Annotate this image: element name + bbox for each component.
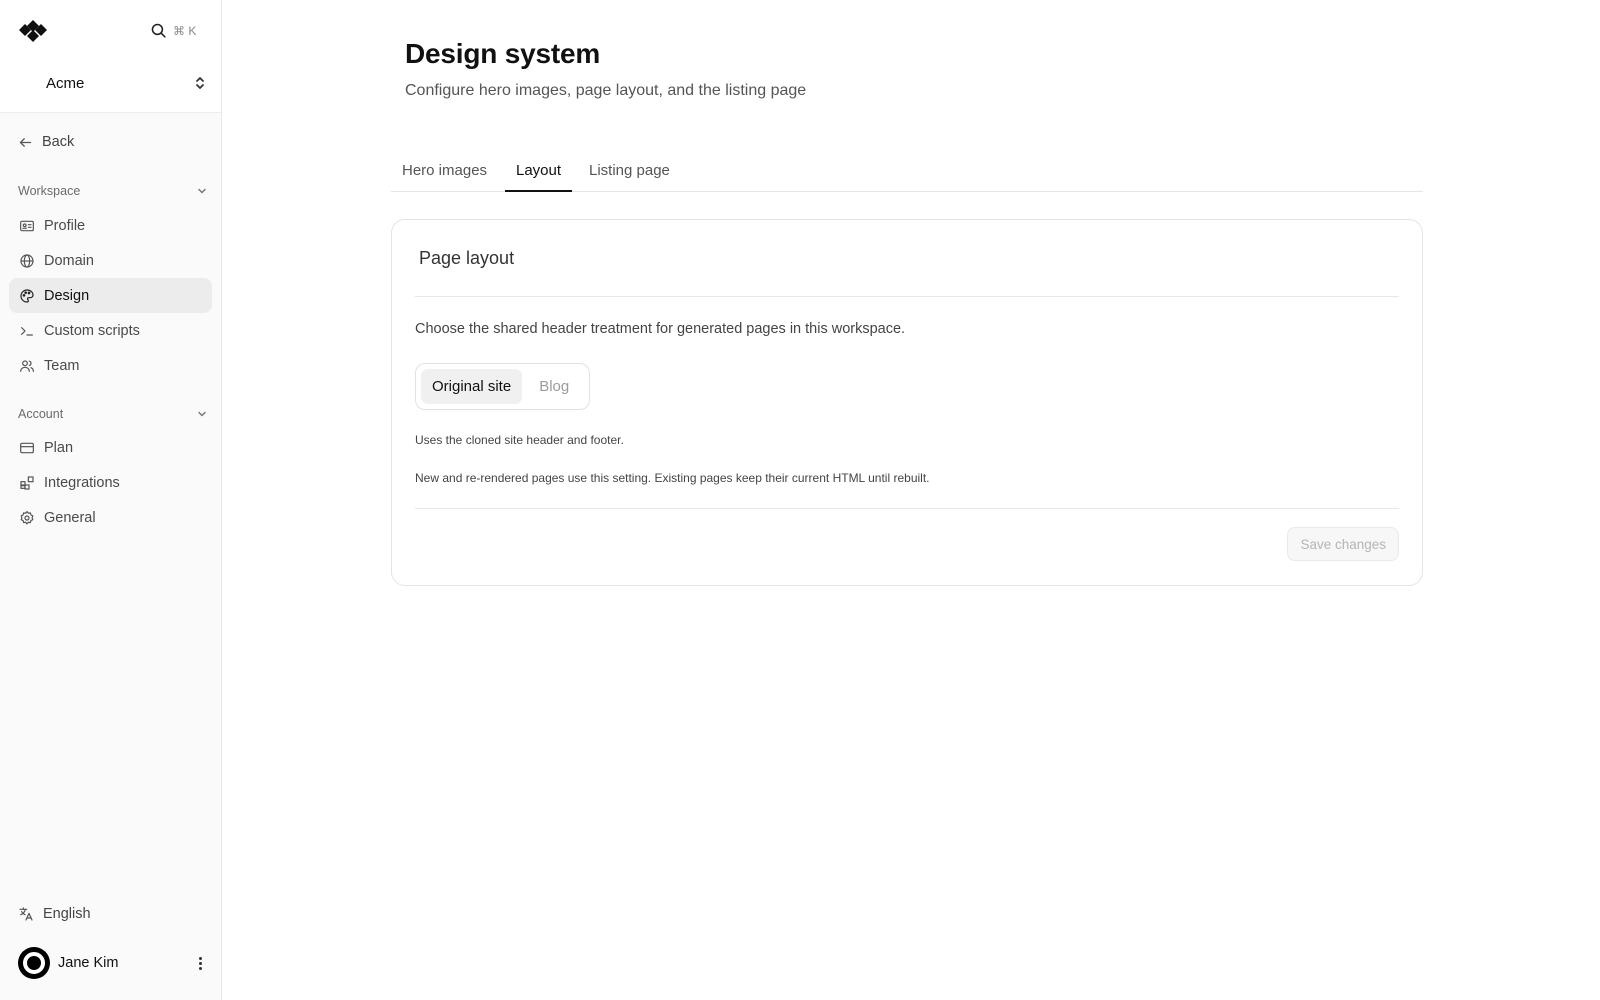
- sidebar-item-general[interactable]: General: [9, 500, 212, 535]
- translate-icon: [19, 907, 33, 921]
- logo-icon: [19, 20, 47, 42]
- sidebar-header: ⌘ K Acme: [0, 0, 221, 113]
- sidebar-item-label: Design: [44, 287, 90, 304]
- workspace-name: Acme: [46, 74, 85, 92]
- sidebar-item-label: Plan: [44, 439, 74, 456]
- tab-label: Hero images: [402, 162, 488, 179]
- avatar: [18, 947, 50, 979]
- chevron-down-icon: [198, 188, 206, 194]
- search-shortcut: ⌘ K: [173, 23, 197, 38]
- sidebar-item-label: General: [44, 509, 96, 526]
- tab-layout[interactable]: Layout: [505, 158, 573, 192]
- sidebar-item-custom-scripts[interactable]: Custom scripts: [9, 313, 212, 348]
- palette-icon: [20, 288, 34, 303]
- back-label: Back: [42, 134, 75, 150]
- search-button[interactable]: ⌘ K: [150, 22, 196, 39]
- blocks-icon: [20, 475, 34, 490]
- tab-listing-page[interactable]: Listing page: [578, 158, 681, 192]
- chevron-down-icon: [198, 411, 206, 417]
- page-title: Design system: [405, 38, 601, 69]
- card-description: Choose the shared header treatment for g…: [415, 321, 906, 337]
- option-label: Blog: [539, 378, 570, 395]
- tab-bar: Hero images Layout Listing page: [391, 158, 1423, 192]
- arrow-left-icon: [19, 137, 32, 147]
- back-link[interactable]: Back: [18, 134, 74, 150]
- option-label: Original site: [432, 378, 512, 395]
- workspace-switcher[interactable]: Acme: [14, 68, 210, 98]
- setting-note: New and re-rendered pages use this setti…: [415, 471, 930, 485]
- sidebar-item-label: Team: [44, 357, 80, 374]
- chevron-up-down-icon: [196, 77, 204, 89]
- option-original-site[interactable]: Original site: [421, 369, 523, 404]
- id-card-icon: [20, 220, 34, 231]
- sidebar-item-label: Integrations: [44, 474, 120, 491]
- language-label: English: [43, 906, 91, 922]
- workspace-section-label: Workspace: [18, 184, 81, 198]
- sidebar-item-domain[interactable]: Domain: [9, 243, 212, 278]
- page-layout-card: Page layout Choose the shared header tre…: [391, 219, 1423, 586]
- sidebar-item-integrations[interactable]: Integrations: [9, 465, 212, 500]
- option-blog[interactable]: Blog: [528, 369, 580, 404]
- tab-label: Layout: [516, 162, 562, 179]
- option-help-text: Uses the cloned site header and footer.: [415, 433, 624, 447]
- terminal-icon: [21, 326, 33, 336]
- layout-segmented-control: Original site Blog: [415, 363, 590, 410]
- account-section-label: Account: [18, 407, 64, 421]
- save-changes-button[interactable]: Save changes: [1287, 527, 1399, 561]
- tab-hero-images[interactable]: Hero images: [391, 158, 498, 192]
- sidebar-item-profile[interactable]: Profile: [9, 208, 212, 243]
- sidebar: ⌘ K Acme Back Workspace Profile Domain D…: [0, 0, 222, 1000]
- globe-icon: [20, 253, 34, 268]
- more-options-icon[interactable]: [192, 953, 208, 973]
- sidebar-item-label: Profile: [44, 217, 86, 234]
- sidebar-item-label: Custom scripts: [44, 322, 140, 339]
- users-icon: [20, 359, 34, 372]
- user-name: Jane Kim: [58, 955, 119, 971]
- sidebar-item-plan[interactable]: Plan: [9, 430, 212, 465]
- divider: [415, 296, 1399, 297]
- user-menu[interactable]: Jane Kim: [18, 947, 208, 979]
- divider: [415, 508, 1399, 509]
- sidebar-item-team[interactable]: Team: [9, 348, 212, 383]
- workspace-section-toggle[interactable]: Workspace: [18, 184, 208, 198]
- language-selector[interactable]: English: [18, 906, 91, 922]
- card-title: Page layout: [419, 248, 515, 268]
- credit-card-icon: [20, 442, 34, 453]
- sidebar-item-label: Domain: [44, 252, 94, 269]
- main-content: Design system Configure hero images, pag…: [222, 0, 1600, 1000]
- page-subtitle: Configure hero images, page layout, and …: [405, 82, 807, 99]
- tab-label: Listing page: [589, 162, 670, 179]
- sidebar-item-design[interactable]: Design: [9, 278, 212, 313]
- gear-icon: [20, 510, 34, 525]
- search-icon: [151, 23, 166, 38]
- account-section-toggle[interactable]: Account: [18, 407, 208, 421]
